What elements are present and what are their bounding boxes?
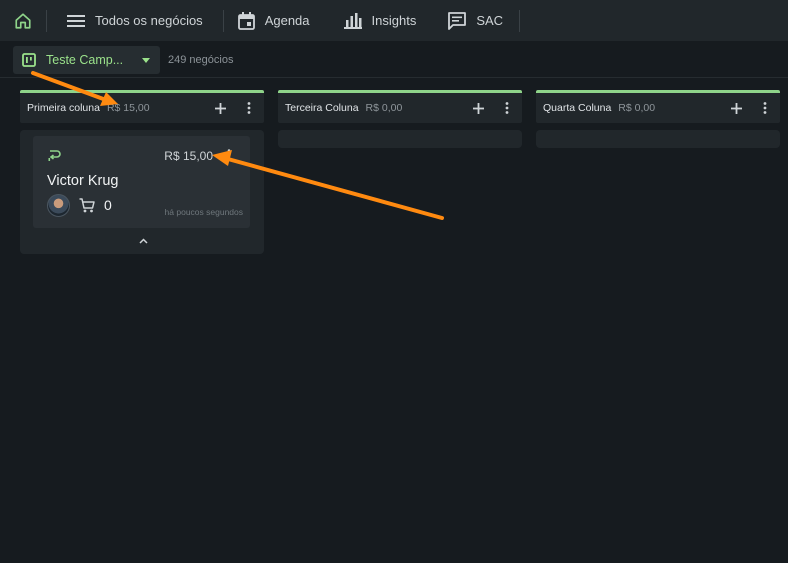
column-body: [536, 130, 780, 148]
plus-icon: [730, 102, 742, 114]
nav-all-deals[interactable]: Todos os negócios: [47, 0, 223, 41]
column-name: Terceira Coluna: [285, 102, 359, 114]
column-total: R$ 15,00: [106, 102, 150, 114]
deal-card[interactable]: R$ 15,00 Victor Krug 0 há poucos segundo…: [33, 136, 250, 228]
kanban-column: Primeira coluna R$ 15,00 R$ 15,00 Victor…: [20, 90, 264, 254]
nav-sac-label: SAC: [476, 13, 504, 28]
nav-all-deals-label: Todos os negócios: [95, 13, 203, 28]
deal-status-icon: [48, 150, 61, 161]
column-name: Primeira coluna: [27, 102, 100, 114]
nav-insights[interactable]: Insights: [328, 0, 431, 41]
deal-value: R$ 15,00: [164, 149, 213, 163]
deal-count: 249 negócios: [168, 54, 234, 66]
more-vertical-icon: [247, 102, 251, 114]
deal-contact-name: Victor Krug: [47, 173, 119, 189]
column-body: [278, 130, 522, 148]
column-header: Primeira coluna R$ 15,00: [20, 90, 264, 123]
chevron-up-icon: [138, 238, 148, 244]
home-icon: [15, 12, 31, 29]
column-total: R$ 0,00: [365, 102, 403, 114]
column-menu-button[interactable]: [496, 97, 518, 119]
plus-icon: [214, 102, 226, 114]
column-header: Quarta Coluna R$ 0,00: [536, 90, 780, 123]
avatar: [47, 194, 70, 217]
deal-timestamp: há poucos segundos: [164, 207, 243, 217]
add-deal-button[interactable]: [467, 97, 489, 119]
nav-agenda-label: Agenda: [264, 13, 310, 28]
list-icon: [67, 14, 85, 27]
nav-sac[interactable]: SAC: [430, 0, 519, 41]
nav-agenda[interactable]: Agenda: [224, 0, 328, 41]
column-menu-button[interactable]: [238, 97, 260, 119]
column-name: Quarta Coluna: [543, 102, 612, 114]
column-total: R$ 0,00: [618, 102, 656, 114]
more-vertical-icon: [227, 149, 231, 161]
nav-insights-label: Insights: [371, 13, 417, 28]
pipeline-toolbar: Teste Camp... 249 negócios: [0, 41, 788, 78]
plus-icon: [472, 102, 484, 114]
pipeline-select[interactable]: Teste Camp...: [13, 46, 160, 74]
kanban-column: Terceira Coluna R$ 0,00: [278, 90, 522, 148]
home-button[interactable]: [0, 0, 46, 41]
message-icon: [448, 11, 467, 30]
column-header: Terceira Coluna R$ 0,00: [278, 90, 522, 123]
bar-chart-icon: [343, 13, 362, 29]
cart-icon: [79, 198, 95, 213]
more-vertical-icon: [505, 102, 509, 114]
pipeline-select-label: Teste Camp...: [46, 53, 124, 67]
column-body: R$ 15,00 Victor Krug 0 há poucos segundo…: [20, 130, 264, 254]
kanban-column: Quarta Coluna R$ 0,00: [536, 90, 780, 148]
add-deal-button[interactable]: [725, 97, 747, 119]
kanban-icon: [22, 53, 36, 67]
collapse-column-button[interactable]: [134, 234, 152, 248]
calendar-icon: [237, 11, 255, 30]
add-deal-button[interactable]: [209, 97, 231, 119]
product-count: 0: [104, 197, 112, 213]
top-navigation: Todos os negócios Agenda Insights SAC: [0, 0, 788, 41]
annotation-overlay: [31, 71, 444, 220]
nav-divider: [519, 9, 521, 32]
deal-menu-button[interactable]: [221, 146, 237, 164]
more-vertical-icon: [763, 102, 767, 114]
column-menu-button[interactable]: [754, 97, 776, 119]
caret-down-icon: [142, 57, 150, 63]
